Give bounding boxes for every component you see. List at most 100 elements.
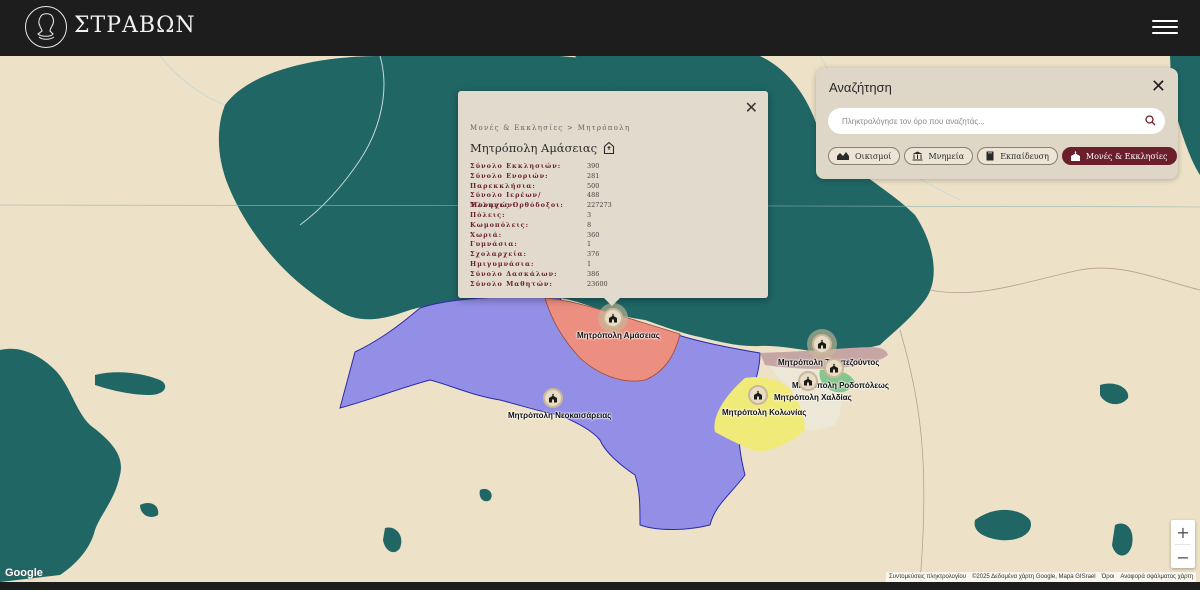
map-data-credit: ©2025 Δεδομένα χάρτη Google, Mapa GISrae…: [971, 574, 1096, 580]
houses-icon: [837, 152, 849, 160]
river-line-2: [159, 56, 226, 106]
marker-chaldia-icon[interactable]: [798, 371, 818, 391]
popup-stat-value: 390: [587, 162, 600, 170]
map-attribution: Συντομεύσεις πληκτρολογίου ©2025 Δεδομέν…: [886, 572, 1197, 582]
zoom-control: + −: [1171, 520, 1195, 568]
popup-stat-value: 488: [587, 191, 600, 200]
popup-stat-value: 386: [587, 269, 600, 278]
zoom-in-button[interactable]: +: [1171, 520, 1195, 544]
google-logo: Google: [5, 567, 43, 579]
popup-stat-label: Σύνολο Δασκάλων:: [470, 269, 558, 278]
monument-icon: [912, 151, 923, 161]
filter-label: Μονές & Εκκλησίες: [1085, 151, 1168, 161]
marker-label: Μητρόπολη Χαλδίας: [774, 393, 852, 402]
marker-kolonia-icon[interactable]: [748, 385, 768, 405]
popup-stats-table: Σύνολο Εκκλησιών: 390 Σύνολο Ενοριών: 281 Πα…: [470, 162, 756, 289]
marker-label: Μητρόπολη Νεοκαισάρειας: [508, 411, 612, 420]
church-icon: [1070, 151, 1080, 161]
marker-amaseia-icon[interactable]: [603, 308, 623, 328]
popup-stat-label: Σύνολο Ιερέων/Μοναχών:: [470, 191, 542, 210]
top-bar: ΣΤΡΑΒΩΝ: [0, 0, 1200, 56]
popup-stat-row: Κωμοπόλεις: 8: [470, 221, 756, 231]
search-panel: Αναζήτηση ✕ Οικισμοί Μνημεία Εκπαίδευση …: [816, 68, 1178, 179]
bust-icon: [37, 13, 55, 40]
popup-stat-row: Σύνολο Εκκλησιών: 390: [470, 162, 756, 172]
bottom-bar: [0, 582, 1200, 590]
marker-label: Μητρόπολη Αμάσειας: [577, 331, 660, 340]
filter-monasteries-churches-button[interactable]: Μονές & Εκκλησίες: [1061, 147, 1177, 165]
hamburger-menu-icon[interactable]: [1152, 16, 1178, 38]
popup-stat-value: 227273: [587, 201, 612, 210]
marker-label: Μητρόπολη Κολωνίας: [722, 408, 807, 417]
lake-sevan-shape: [1100, 383, 1129, 405]
lake-small-2: [140, 503, 159, 517]
book-icon: [986, 151, 994, 161]
church-icon: [830, 363, 838, 373]
church-icon: [804, 376, 812, 386]
popup-stat-value: 23600: [587, 279, 608, 288]
popup-stat-label: Κωμοπόλεις:: [470, 220, 530, 229]
search-close-icon[interactable]: ✕: [1151, 76, 1166, 97]
popup-stat-row: Σύνολο Μαθητών: 23600: [470, 280, 756, 290]
popup-stat-row: Έλληνες Ορθόδοξοι: 227273: [470, 201, 756, 211]
popup-stat-row: Πόλεις: 3: [470, 211, 756, 221]
marker-trapezous-icon[interactable]: [812, 334, 832, 354]
zoom-out-button[interactable]: −: [1171, 545, 1195, 569]
church-icon: [754, 390, 762, 400]
brand-title: ΣΤΡΑΒΩΝ: [74, 13, 196, 38]
filter-education-button[interactable]: Εκπαίδευση: [977, 147, 1058, 165]
popup-stat-label: Σύνολο Ενοριών:: [470, 171, 549, 180]
church-icon: [609, 313, 617, 323]
search-icon[interactable]: [1145, 115, 1156, 126]
border-line-2: [929, 267, 1200, 294]
filter-label: Οικισμοί: [855, 151, 892, 161]
popup-stat-row: Παρεκκλήσια: 500: [470, 182, 756, 192]
popup-stat-label: Χωριά:: [470, 230, 503, 239]
popup-stat-value: 8: [587, 220, 592, 229]
marmara-sea-shape: [95, 372, 166, 395]
keyboard-shortcuts-link[interactable]: Συντομεύσεις πληκτρολογίου: [889, 572, 966, 582]
border-line-3: [899, 329, 925, 582]
popup-title-row: Μητρόπολη Αμάσειας: [470, 141, 756, 155]
terms-link[interactable]: Όροι: [1102, 572, 1115, 582]
church-icon: [604, 142, 615, 154]
lake-tuz-shape: [383, 527, 402, 553]
marker-rodopolis-icon[interactable]: [824, 358, 844, 378]
filter-monuments-button[interactable]: Μνημεία: [904, 147, 974, 165]
filter-label: Μνημεία: [928, 151, 965, 161]
popup-stat-value: 1: [587, 240, 592, 249]
popup-stat-row: Γυμνάσια: 1: [470, 240, 756, 250]
filter-chips: Οικισμοί Μνημεία Εκπαίδευση Μονές & Εκκλ…: [828, 147, 1177, 165]
lake-van-shape: [974, 509, 1031, 541]
marker-neokaisareia-icon[interactable]: [543, 388, 563, 408]
popup-stat-value: 360: [587, 230, 600, 239]
lake-small-1: [479, 488, 492, 502]
popup-stat-label: Σύνολο Εκκλησιών:: [470, 162, 562, 170]
church-icon: [549, 393, 557, 403]
popup-stat-value: 376: [587, 250, 600, 259]
popup-stat-label: Παρεκκλήσια:: [470, 181, 536, 190]
filter-label: Εκπαίδευση: [1000, 151, 1049, 161]
search-input[interactable]: [828, 108, 1165, 134]
info-popup: ✕ Μονές & Εκκλησίες > Μητρόπολη Μητρόπολ…: [458, 91, 768, 306]
filter-settlements-button[interactable]: Οικισμοί: [828, 147, 901, 165]
church-icon: [818, 339, 826, 349]
popup-stat-value: 3: [587, 210, 592, 219]
popup-close-icon[interactable]: ✕: [745, 98, 758, 117]
search-title: Αναζήτηση: [829, 80, 892, 95]
lake-urmia-shape: [1112, 523, 1133, 556]
popup-stat-row: Σύνολο Ενοριών: 281: [470, 172, 756, 182]
popup-stat-value: 500: [587, 181, 600, 190]
popup-stat-label: Ημιγυμνάσια:: [470, 259, 535, 268]
report-error-link[interactable]: Αναφορά σφάλματος χάρτη: [1120, 572, 1193, 582]
popup-stat-label: Σύνολο Μαθητών:: [470, 279, 553, 288]
popup-stat-row: Σύνολο Δασκάλων: 386: [470, 270, 756, 280]
popup-stat-row: Σχολαρχεία: 376: [470, 250, 756, 260]
popup-stat-row: Ημιγυμνάσια: 1: [470, 260, 756, 270]
popup-breadcrumb: Μονές & Εκκλησίες > Μητρόπολη: [470, 124, 631, 132]
popup-stat-value: 281: [587, 171, 600, 180]
popup-stat-row: Χωριά: 360: [470, 231, 756, 241]
popup-stat-label: Σχολαρχεία:: [470, 250, 527, 259]
logo-emblem[interactable]: [25, 6, 67, 48]
popup-stat-label: Γυμνάσια:: [470, 240, 518, 249]
